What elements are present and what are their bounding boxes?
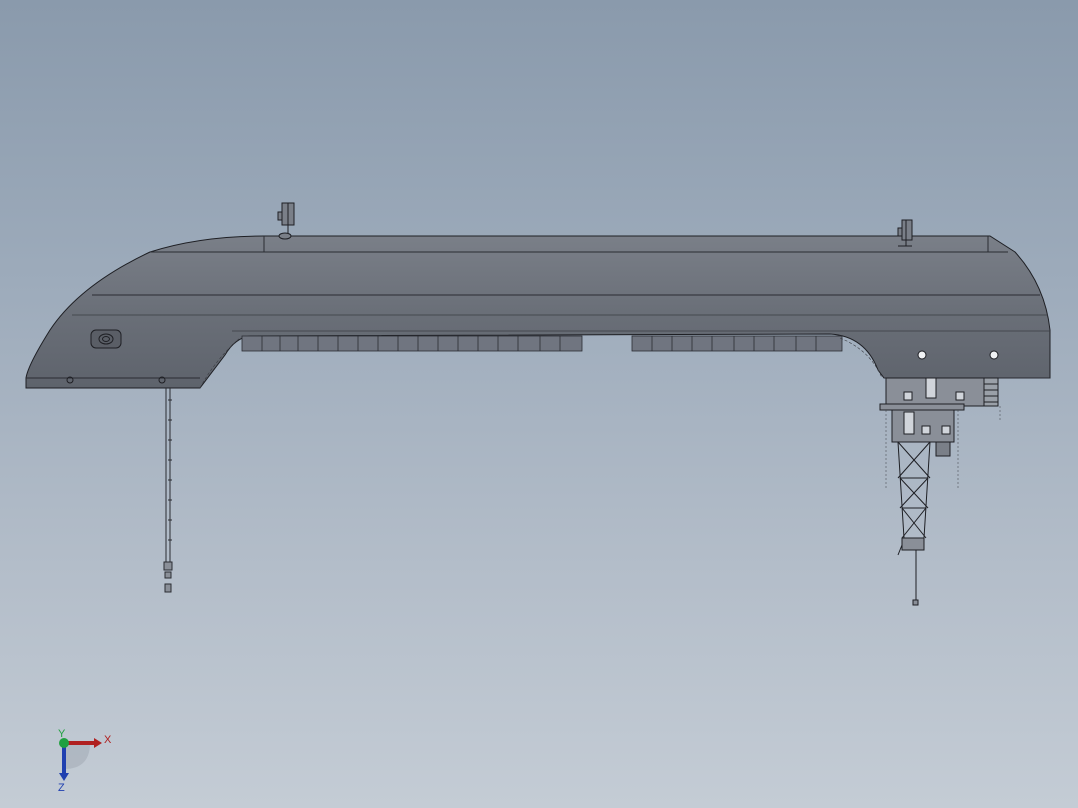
y-axis-label: Y: [58, 728, 66, 740]
hole: [989, 350, 999, 360]
triad-shadow: [64, 743, 90, 769]
graphics-viewport[interactable]: X Y Z: [0, 0, 1078, 808]
cad-model[interactable]: [0, 0, 1078, 808]
hanging-rod-left: [163, 388, 173, 593]
lattice-tower: [897, 441, 931, 606]
z-axis-arrowhead: [59, 773, 69, 781]
hull-body: [25, 235, 1051, 389]
cell-row-left: [241, 335, 583, 352]
mast-left: [277, 202, 295, 240]
coordinate-triad: X Y Z: [40, 725, 130, 795]
hole: [917, 350, 927, 360]
z-axis-label: Z: [58, 782, 65, 794]
hatch-detail: [90, 329, 122, 349]
x-axis-arrowhead: [94, 738, 102, 748]
x-axis-label: X: [104, 734, 112, 746]
cell-row-right: [631, 335, 843, 352]
